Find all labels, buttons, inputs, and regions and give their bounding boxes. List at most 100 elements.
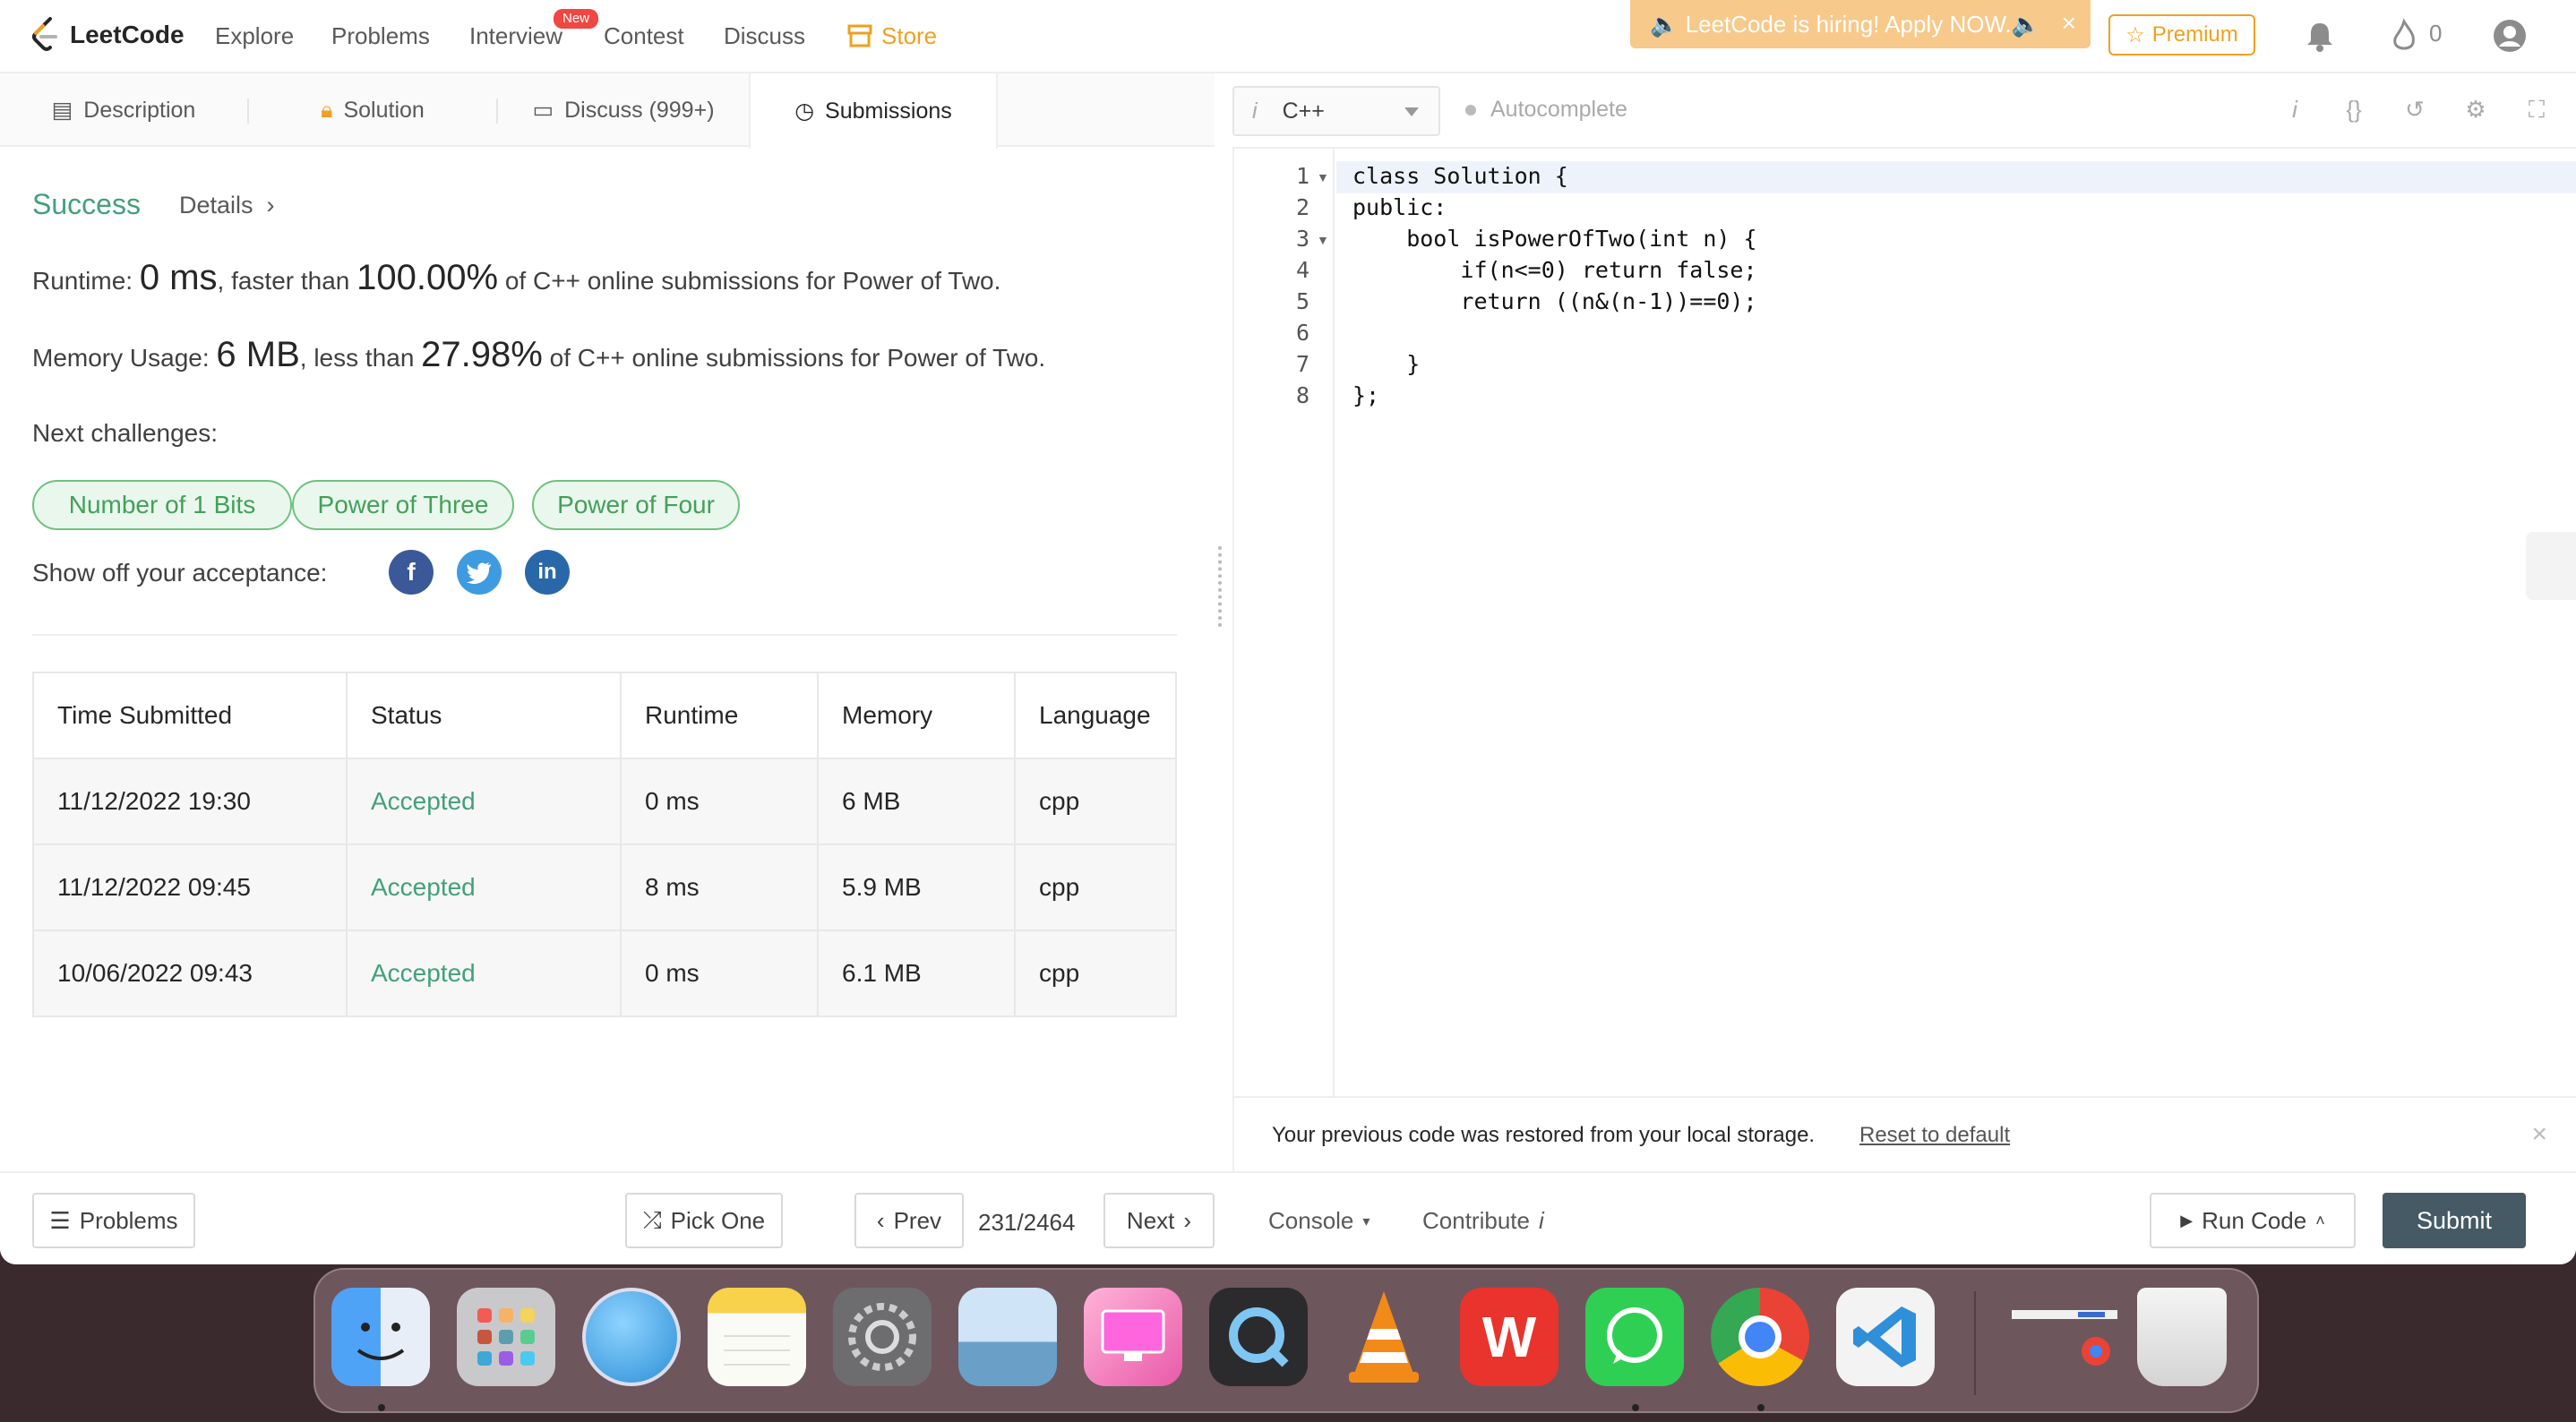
tab-submissions-label: Submissions — [825, 98, 952, 124]
shuffle-icon: ⤮ — [642, 1206, 662, 1233]
status-link[interactable]: Accepted — [346, 929, 622, 1017]
streak-count: 0 — [2429, 20, 2443, 47]
vlc-icon[interactable] — [1335, 1288, 1433, 1386]
close-icon[interactable]: × — [2531, 1119, 2547, 1150]
nav-discuss[interactable]: Discuss — [724, 20, 805, 52]
whatsapp-icon[interactable] — [1585, 1288, 1684, 1386]
details-label: Details — [179, 192, 253, 218]
column-header[interactable]: Time Submitted — [32, 672, 348, 759]
line-number: 4 — [1295, 257, 1309, 283]
challenge-chip[interactable]: Power of Four — [532, 480, 740, 530]
column-header[interactable]: Memory — [817, 672, 1016, 759]
submission-result-panel: Success Details › Runtime: 0 ms, faster … — [0, 147, 1215, 1171]
memory-cell: 5.9 MB — [817, 844, 1016, 931]
wps-icon[interactable]: W — [1460, 1288, 1558, 1386]
linkedin-icon[interactable]: in — [525, 550, 570, 595]
system-settings-icon[interactable] — [833, 1288, 932, 1386]
flame-icon[interactable] — [2386, 18, 2422, 54]
column-header[interactable]: Language — [1014, 672, 1177, 759]
tab-discuss[interactable]: ▭ Discuss (999+) — [498, 73, 749, 147]
tab-solution[interactable]: 🔒︎ Solution — [249, 73, 496, 147]
line-number: 7 — [1295, 351, 1309, 377]
console-toggle[interactable]: Console ▾ — [1268, 1207, 1370, 1235]
autocomplete-toggle[interactable]: Autocomplete — [1465, 97, 1627, 123]
nav-interview[interactable]: Interview — [469, 20, 562, 52]
code-line: if(n<=0) return false; — [1352, 257, 1757, 283]
nav-store[interactable]: Store — [847, 20, 937, 52]
runtime-label: Runtime: — [32, 267, 140, 295]
fold-arrow-icon[interactable]: ▼ — [1317, 170, 1329, 184]
chrome-icon[interactable] — [1711, 1288, 1809, 1386]
pick-one-button[interactable]: ⤮ Pick One — [625, 1193, 783, 1248]
challenge-chip[interactable]: Number of 1 Bits — [32, 480, 292, 530]
line-number: 5 — [1295, 288, 1309, 314]
bell-icon[interactable] — [2302, 18, 2338, 54]
twitter-icon[interactable] — [457, 550, 502, 595]
section-divider — [32, 634, 1177, 636]
challenge-chip[interactable]: Power of Three — [292, 480, 514, 530]
preview-icon[interactable] — [958, 1288, 1057, 1386]
quicktime-icon[interactable] — [1209, 1288, 1308, 1386]
submissions-table: Time Submitted Status Runtime Memory Lan… — [32, 672, 1177, 1017]
code-editor[interactable]: 1 ▼ 2 3 ▼ 4 5 6 7 8 class Solution { pub… — [1232, 147, 2576, 1098]
contribute-label: Contribute — [1422, 1207, 1530, 1234]
console-label: Console — [1268, 1207, 1354, 1234]
line-gutter: 1 ▼ 2 3 ▼ 4 5 6 7 8 — [1234, 149, 1335, 1098]
next-button[interactable]: Next › — [1103, 1193, 1215, 1248]
problems-button[interactable]: ☰ Problems — [32, 1193, 195, 1248]
chevron-down-icon: ▾ — [1362, 1213, 1370, 1229]
facebook-icon[interactable]: f — [389, 550, 434, 595]
launchpad-icon[interactable] — [457, 1288, 555, 1386]
next-challenges-label: Next challenges: — [32, 419, 219, 447]
reset-to-default-link[interactable]: Reset to default — [1859, 1123, 2010, 1148]
play-icon: ▶ — [2180, 1211, 2194, 1229]
premium-button[interactable]: ☆ Premium — [2108, 14, 2255, 56]
trash-icon[interactable] — [2137, 1288, 2227, 1386]
tab-submissions[interactable]: ◷ Submissions — [749, 73, 998, 149]
run-code-label: Run Code — [2202, 1206, 2307, 1234]
run-code-button[interactable]: ▶ Run Code ˄ — [2150, 1193, 2356, 1248]
info-icon[interactable]: i — [2280, 95, 2309, 124]
memory-stat: Memory Usage: 6 MB, less than 27.98% of … — [32, 335, 1045, 375]
table-header-row: Time Submitted Status Runtime Memory Lan… — [32, 672, 1177, 759]
gear-icon[interactable]: ⚙ — [2461, 95, 2490, 124]
close-icon[interactable]: × — [2062, 9, 2076, 38]
safari-like-icon[interactable] — [582, 1288, 681, 1386]
table-row: 11/12/2022 09:45 Accepted 8 ms 5.9 MB cp… — [32, 844, 1177, 931]
next-label: Next — [1126, 1206, 1175, 1234]
fold-arrow-icon[interactable]: ▼ — [1317, 233, 1329, 247]
status-link[interactable]: Accepted — [346, 758, 622, 845]
column-header[interactable]: Status — [346, 672, 622, 759]
logo[interactable]: LeetCode — [27, 13, 185, 57]
avatar-icon[interactable] — [2492, 18, 2528, 54]
hiring-text: 🔈 LeetCode is hiring! Apply NOW.🔈 — [1650, 10, 2041, 38]
status-link[interactable]: Accepted — [346, 844, 622, 931]
cleanmymac-icon[interactable] — [1084, 1288, 1182, 1386]
tab-description[interactable]: ▤ Description — [0, 73, 247, 147]
side-panel-tab[interactable] — [2526, 532, 2576, 600]
memory-tail: of C++ online submissions for Power of T… — [542, 344, 1046, 372]
table-row: 11/12/2022 19:30 Accepted 0 ms 6 MB cpp — [32, 758, 1177, 845]
notes-icon[interactable] — [708, 1288, 806, 1386]
fullscreen-icon[interactable]: ⛶ — [2522, 95, 2551, 124]
prev-button[interactable]: ‹ Prev — [854, 1193, 964, 1248]
minimized-window-thumbnail[interactable] — [2006, 1288, 2123, 1386]
restore-message: Your previous code was restored from you… — [1272, 1123, 1816, 1147]
contribute-button[interactable]: Contribute i — [1422, 1207, 1544, 1235]
code-line: }; — [1352, 382, 1380, 408]
hiring-banner[interactable]: 🔈 LeetCode is hiring! Apply NOW.🔈 × — [1630, 0, 2091, 48]
language-select[interactable]: i C++ — [1232, 86, 1440, 136]
submit-button[interactable]: Submit — [2383, 1193, 2526, 1248]
braces-icon[interactable]: {} — [2340, 95, 2368, 124]
column-header[interactable]: Runtime — [620, 672, 819, 759]
details-link[interactable]: Details › — [179, 192, 275, 219]
pane-resize-handle[interactable] — [1218, 546, 1224, 627]
vscode-icon[interactable] — [1836, 1288, 1935, 1386]
table-row: 10/06/2022 09:43 Accepted 0 ms 6.1 MB cp… — [32, 929, 1177, 1017]
finder-icon[interactable] — [331, 1288, 430, 1386]
nav-contest[interactable]: Contest — [604, 20, 684, 52]
runtime-tail: of C++ online submissions for Power of T… — [498, 267, 1001, 295]
nav-problems[interactable]: Problems — [331, 20, 430, 52]
nav-explore[interactable]: Explore — [215, 20, 294, 52]
reset-icon[interactable]: ↺ — [2400, 95, 2429, 124]
